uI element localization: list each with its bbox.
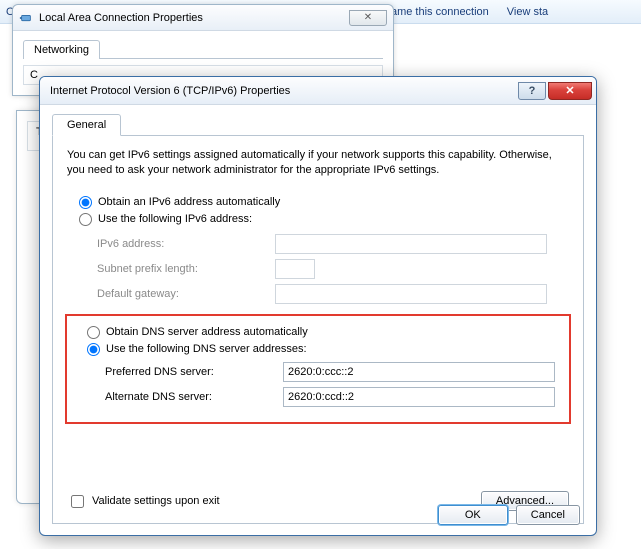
help-button[interactable]: ? <box>518 82 546 100</box>
radio-obtain-dns-auto[interactable] <box>87 326 100 339</box>
network-adapter-icon <box>19 11 33 25</box>
cancel-button[interactable]: Cancel <box>516 505 580 525</box>
ok-button[interactable]: OK <box>438 505 508 525</box>
label-default-gateway: Default gateway: <box>97 288 275 300</box>
fragment-text: C <box>30 69 38 81</box>
close-icon[interactable]: ✕ <box>349 10 387 26</box>
ipv6-titlebar: Internet Protocol Version 6 (TCP/IPv6) P… <box>40 77 596 105</box>
label-alternate-dns: Alternate DNS server: <box>105 391 283 403</box>
local-titlebar: Local Area Connection Properties ✕ <box>13 5 393 31</box>
intro-text: You can get IPv6 settings assigned autom… <box>67 148 569 178</box>
tab-networking[interactable]: Networking <box>23 40 100 59</box>
label-subnet-prefix: Subnet prefix length: <box>97 263 275 275</box>
checkbox-validate-settings[interactable] <box>71 495 84 508</box>
input-ipv6-address <box>275 234 547 254</box>
dns-highlight-box: Obtain DNS server address automatically … <box>65 314 571 424</box>
radio-obtain-auto-address[interactable] <box>79 196 92 209</box>
input-preferred-dns[interactable] <box>283 362 555 382</box>
label-validate-settings: Validate settings upon exit <box>92 495 220 507</box>
local-title: Local Area Connection Properties <box>39 12 203 24</box>
input-default-gateway <box>275 284 547 304</box>
input-subnet-prefix <box>275 259 315 279</box>
toolbar-view-status[interactable]: View sta <box>507 6 548 18</box>
radio-use-following-address[interactable] <box>79 213 92 226</box>
ipv6-title: Internet Protocol Version 6 (TCP/IPv6) P… <box>50 85 290 97</box>
label-ipv6-address: IPv6 address: <box>97 238 275 250</box>
radio-use-following-dns[interactable] <box>87 343 100 356</box>
tab-general[interactable]: General <box>52 114 121 136</box>
label-preferred-dns: Preferred DNS server: <box>105 366 283 378</box>
radio-use-following-address-label: Use the following IPv6 address: <box>98 213 252 225</box>
radio-obtain-dns-auto-label: Obtain DNS server address automatically <box>106 326 308 338</box>
radio-obtain-auto-address-label: Obtain an IPv6 address automatically <box>98 196 280 208</box>
input-alternate-dns[interactable] <box>283 387 555 407</box>
ipv6-properties-dialog: Internet Protocol Version 6 (TCP/IPv6) P… <box>39 76 597 536</box>
general-tab-panel: You can get IPv6 settings assigned autom… <box>52 136 584 524</box>
close-button[interactable]: ✕ <box>548 82 592 100</box>
radio-use-following-dns-label: Use the following DNS server addresses: <box>106 343 307 355</box>
